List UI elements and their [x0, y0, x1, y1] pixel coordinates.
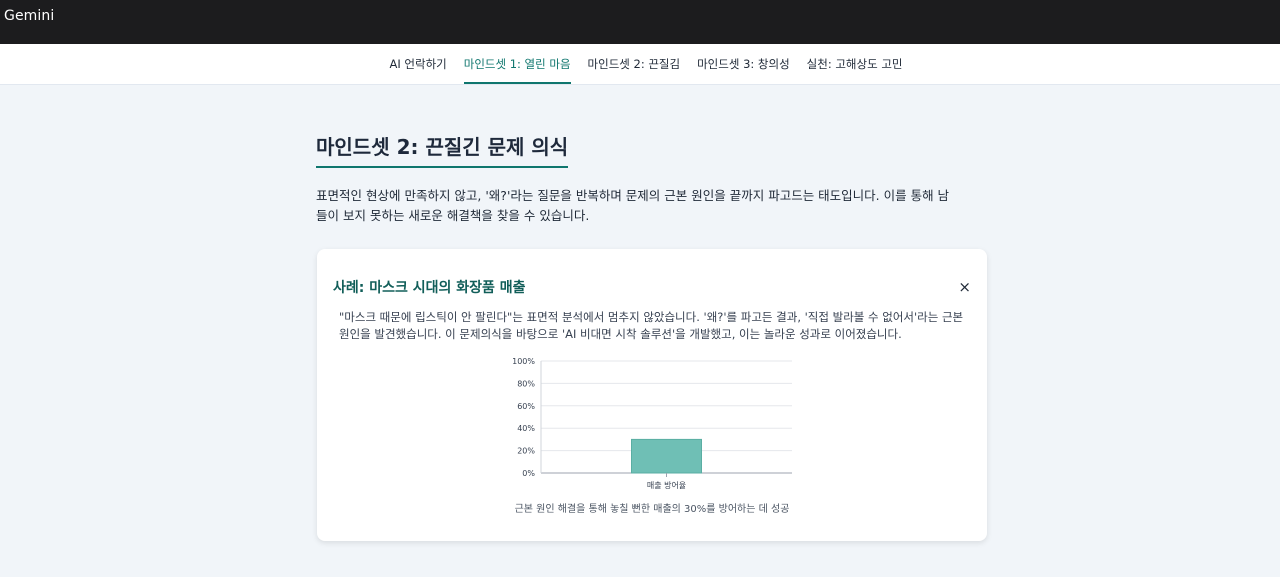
x-tick-label: 매출 방어율 — [647, 480, 686, 490]
y-tick-label: 40% — [517, 424, 535, 433]
bar — [631, 438, 702, 474]
card-description: "마스크 때문에 립스틱이 안 팔린다"는 표면적 분석에서 멈추지 않았습니다… — [339, 310, 964, 341]
y-tick-label: 100% — [512, 357, 535, 366]
tab-mindset-2[interactable]: 마인드셋 2: 끈질김 — [588, 44, 681, 84]
tab-mindset-1[interactable]: 마인드셋 1: 열린 마음 — [463, 44, 571, 84]
app-title: Gemini — [4, 8, 55, 24]
tab-ai-unlock[interactable]: AI 언락하기 — [390, 44, 447, 84]
card-title: 사례: 마스크 시대의 화장품 매출 — [333, 280, 526, 296]
case-card: 사례: 마스크 시대의 화장품 매출 × "마스크 때문에 립스틱이 안 팔린다… — [317, 249, 987, 541]
nav-bar: AI 언락하기 마인드셋 1: 열린 마음 마인드셋 2: 끈질김 마인드셋 3… — [0, 44, 1280, 85]
top-bar: Gemini — [0, 0, 1280, 44]
tab-practice[interactable]: 실천: 고해상도 고민 — [807, 44, 903, 84]
y-tick-label: 80% — [517, 379, 535, 388]
close-button[interactable]: × — [958, 278, 971, 296]
y-tick-label: 60% — [517, 402, 535, 411]
bar-chart: 0% 20% 40% 60% 80% 100% 매출 방어율 — [512, 357, 792, 490]
section-heading: 마인드셋 2: 끈질긴 문제 의식 — [316, 131, 569, 168]
y-tick-label: 20% — [517, 447, 535, 456]
section-intro: 표면적인 현상에 만족하지 않고, '왜?'라는 질문을 반복하며 문제의 근본… — [316, 188, 950, 223]
chart-caption: 근본 원인 해결을 통해 놓칠 뻔한 매출의 30%를 방어하는 데 성공 — [514, 504, 790, 515]
tab-mindset-3[interactable]: 마인드셋 3: 창의성 — [697, 44, 790, 84]
nav-tabs: AI 언락하기 마인드셋 1: 열린 마음 마인드셋 2: 끈질김 마인드셋 3… — [0, 44, 1280, 84]
y-tick-label: 0% — [522, 469, 535, 478]
